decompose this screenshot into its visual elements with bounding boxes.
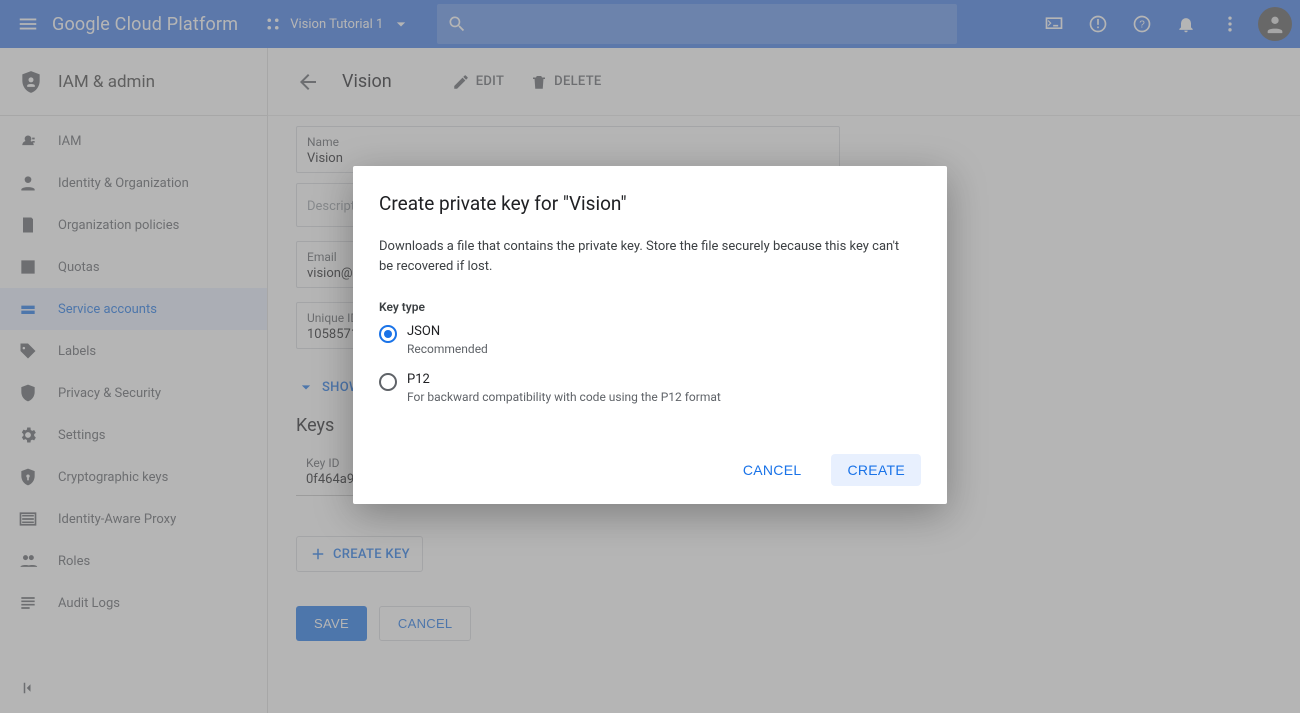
radio-subtitle: For backward compatibility with code usi… (407, 390, 721, 404)
modal-overlay: Create private key for "Vision" Download… (0, 0, 1300, 713)
radio-icon (379, 325, 397, 343)
dialog-title: Create private key for "Vision" (379, 192, 921, 215)
radio-title: P12 (407, 372, 721, 387)
radio-icon (379, 373, 397, 391)
radio-option-json[interactable]: JSON Recommended (379, 324, 921, 356)
radio-option-p12[interactable]: P12 For backward compatibility with code… (379, 372, 921, 404)
radio-subtitle: Recommended (407, 342, 488, 356)
key-type-label: Key type (379, 300, 921, 314)
dialog-create-button[interactable]: CREATE (831, 454, 921, 486)
radio-title: JSON (407, 324, 488, 339)
create-key-dialog: Create private key for "Vision" Download… (353, 166, 947, 504)
dialog-cancel-button[interactable]: CANCEL (727, 454, 818, 486)
dialog-description: Downloads a file that contains the priva… (379, 237, 909, 276)
